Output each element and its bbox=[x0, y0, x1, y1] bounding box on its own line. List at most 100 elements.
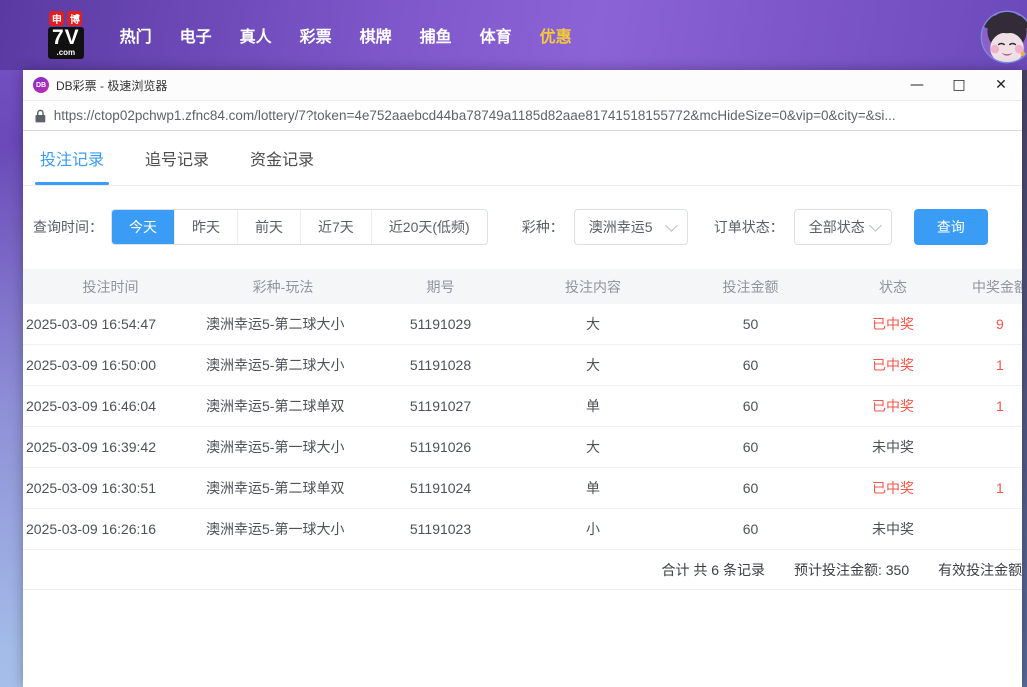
cell-lottery-play: 澳洲幸运5-第二球大小 bbox=[198, 314, 368, 334]
window-controls: — □ ✕ bbox=[896, 70, 1022, 100]
cell-lottery-play: 澳洲幸运5-第一球大小 bbox=[198, 437, 368, 457]
cell-issue-number: 51191026 bbox=[368, 439, 513, 455]
cell-bet-amount: 50 bbox=[673, 316, 828, 332]
top-nav: 申 博 7V .com 热门电子真人彩票棋牌捕鱼体育优惠 bbox=[0, 0, 1027, 70]
cell-bet-content: 大 bbox=[513, 437, 673, 457]
cell-status: 已中奖 bbox=[828, 355, 958, 375]
table-row: 2025-03-09 16:54:47澳洲幸运5-第二球大小51191029大5… bbox=[23, 304, 1022, 345]
header-cell: 期号 bbox=[368, 277, 513, 297]
cell-status: 未中奖 bbox=[828, 519, 958, 539]
app-icon: DB bbox=[33, 77, 49, 93]
nav-item[interactable]: 真人 bbox=[226, 23, 286, 47]
header-cell: 状态 bbox=[828, 277, 958, 297]
table-header-row: 投注时间彩种-玩法期号投注内容投注金额状态中奖金额 bbox=[23, 269, 1022, 304]
header-cell: 投注金额 bbox=[673, 277, 828, 297]
cell-bet-amount: 60 bbox=[673, 357, 828, 373]
window-titlebar[interactable]: DB DB彩票 - 极速浏览器 — □ ✕ bbox=[23, 70, 1022, 100]
site-logo[interactable]: 申 博 7V .com bbox=[48, 11, 84, 59]
url-text: https://ctop02pchwp1.zfnc84.com/lottery/… bbox=[54, 108, 1010, 123]
header-cell: 彩种-玩法 bbox=[198, 277, 368, 297]
table-body: 2025-03-09 16:54:47澳洲幸运5-第二球大小51191029大5… bbox=[23, 304, 1022, 550]
chevron-down-icon bbox=[869, 219, 882, 232]
cell-status: 已中奖 bbox=[828, 396, 958, 416]
user-avatar[interactable] bbox=[979, 9, 1027, 65]
query-button[interactable]: 查询 bbox=[914, 209, 988, 245]
cell-bet-time: 2025-03-09 16:26:16 bbox=[23, 521, 198, 537]
cell-status: 已中奖 bbox=[828, 478, 958, 498]
cell-bet-content: 单 bbox=[513, 396, 673, 416]
chevron-down-icon bbox=[665, 219, 678, 232]
time-filter-option[interactable]: 前天 bbox=[237, 210, 300, 244]
cell-win-amount: 9 bbox=[958, 316, 1022, 332]
table-row: 2025-03-09 16:26:16澳洲幸运5-第一球大小51191023小6… bbox=[23, 509, 1022, 550]
time-filter-option[interactable]: 近20天(低频) bbox=[371, 210, 487, 244]
cell-bet-content: 单 bbox=[513, 478, 673, 498]
cell-lottery-play: 澳洲幸运5-第一球大小 bbox=[198, 519, 368, 539]
status-select-value: 全部状态 bbox=[809, 217, 865, 237]
nav-item[interactable]: 电子 bbox=[166, 23, 226, 47]
tab-item[interactable]: 资金记录 bbox=[250, 131, 314, 185]
table-summary-row: 合计 共 6 条记录 预计投注金额: 350 有效投注金额: bbox=[23, 550, 1022, 590]
logo-text: 7V bbox=[52, 27, 80, 49]
time-filter-option[interactable]: 昨天 bbox=[174, 210, 237, 244]
cell-bet-amount: 60 bbox=[673, 439, 828, 455]
header-cell: 投注时间 bbox=[23, 277, 198, 297]
nav-item[interactable]: 捕鱼 bbox=[406, 23, 466, 47]
cell-win-amount: 1 bbox=[958, 398, 1022, 414]
filter-bar: 查询时间： 今天昨天前天近7天近20天(低频) 彩种： 澳洲幸运5 订单状态： … bbox=[33, 209, 1022, 245]
cell-bet-content: 大 bbox=[513, 355, 673, 375]
lottery-select[interactable]: 澳洲幸运5 bbox=[574, 209, 688, 245]
cell-lottery-play: 澳洲幸运5-第二球单双 bbox=[198, 478, 368, 498]
cell-issue-number: 51191029 bbox=[368, 316, 513, 332]
summary-total: 合计 共 6 条记录 bbox=[662, 560, 765, 580]
nav-item[interactable]: 棋牌 bbox=[346, 23, 406, 47]
cell-bet-amount: 60 bbox=[673, 521, 828, 537]
close-button[interactable]: ✕ bbox=[980, 70, 1022, 100]
cell-issue-number: 51191023 bbox=[368, 521, 513, 537]
time-filter-option[interactable]: 今天 bbox=[112, 210, 174, 244]
nav-item[interactable]: 体育 bbox=[466, 23, 526, 47]
logo-badges: 申 博 bbox=[49, 11, 82, 26]
time-filter-group: 今天昨天前天近7天近20天(低频) bbox=[111, 209, 488, 245]
avatar-illustration bbox=[979, 9, 1027, 65]
bet-record-table: 投注时间彩种-玩法期号投注内容投注金额状态中奖金额 2025-03-09 16:… bbox=[23, 269, 1022, 590]
logo-badge-1: 申 bbox=[49, 11, 64, 26]
nav-item[interactable]: 热门 bbox=[106, 23, 166, 47]
table-row: 2025-03-09 16:50:00澳洲幸运5-第二球大小51191028大6… bbox=[23, 345, 1022, 386]
summary-expected-amount: 预计投注金额: 350 bbox=[794, 560, 909, 580]
cell-bet-content: 小 bbox=[513, 519, 673, 539]
nav-item[interactable]: 彩票 bbox=[286, 23, 346, 47]
tab-bar: 投注记录追号记录资金记录 bbox=[23, 131, 1022, 186]
cell-bet-time: 2025-03-09 16:46:04 bbox=[23, 398, 198, 414]
cell-bet-time: 2025-03-09 16:50:00 bbox=[23, 357, 198, 373]
tab-item[interactable]: 追号记录 bbox=[145, 131, 209, 185]
url-bar[interactable]: https://ctop02pchwp1.zfnc84.com/lottery/… bbox=[23, 100, 1022, 131]
maximize-button[interactable]: □ bbox=[938, 70, 980, 100]
cell-lottery-play: 澳洲幸运5-第二球大小 bbox=[198, 355, 368, 375]
logo-badge-2: 博 bbox=[67, 11, 82, 26]
cell-bet-amount: 60 bbox=[673, 398, 828, 414]
status-select[interactable]: 全部状态 bbox=[794, 209, 892, 245]
cell-win-amount: 1 bbox=[958, 480, 1022, 496]
header-cell: 中奖金额 bbox=[958, 277, 1022, 297]
window-title: DB彩票 - 极速浏览器 bbox=[56, 77, 167, 94]
cell-issue-number: 51191024 bbox=[368, 480, 513, 496]
browser-window: DB DB彩票 - 极速浏览器 — □ ✕ https://ctop02pchw… bbox=[23, 70, 1022, 687]
tab-active[interactable]: 投注记录 bbox=[40, 131, 104, 185]
page-content: 投注记录追号记录资金记录 查询时间： 今天昨天前天近7天近20天(低频) 彩种：… bbox=[23, 131, 1022, 687]
lottery-select-value: 澳洲幸运5 bbox=[589, 217, 653, 237]
cell-bet-time: 2025-03-09 16:54:47 bbox=[23, 316, 198, 332]
lock-icon bbox=[35, 109, 46, 123]
cell-issue-number: 51191028 bbox=[368, 357, 513, 373]
cell-bet-time: 2025-03-09 16:39:42 bbox=[23, 439, 198, 455]
time-filter-option[interactable]: 近7天 bbox=[300, 210, 371, 244]
logo-suffix: .com bbox=[57, 49, 76, 57]
minimize-button[interactable]: — bbox=[896, 70, 938, 100]
time-filter-label: 查询时间： bbox=[33, 217, 103, 237]
cell-lottery-play: 澳洲幸运5-第二球单双 bbox=[198, 396, 368, 416]
cell-bet-content: 大 bbox=[513, 314, 673, 334]
lottery-filter-label: 彩种： bbox=[522, 217, 564, 237]
nav-item[interactable]: 优惠 bbox=[526, 23, 586, 47]
cell-issue-number: 51191027 bbox=[368, 398, 513, 414]
cell-win-amount: 1 bbox=[958, 357, 1022, 373]
